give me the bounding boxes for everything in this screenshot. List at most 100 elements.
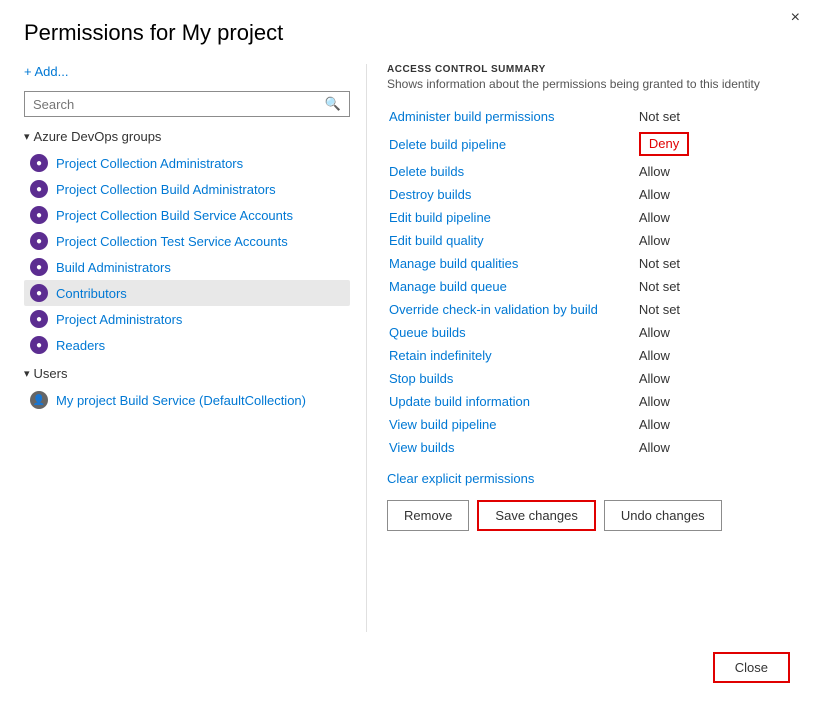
group-header-label: Azure DevOps groups [34, 129, 162, 144]
list-item[interactable]: ● Readers [24, 332, 350, 358]
dialog-body: + Add... 🔍 ▾ Azure DevOps groups ● Proje… [24, 64, 790, 632]
user-name: Build Administrators [56, 260, 171, 275]
chevron-down-icon: ▾ [24, 130, 30, 143]
remove-button[interactable]: Remove [387, 500, 469, 531]
permission-value: Allow [637, 321, 790, 344]
permission-value: Not set [637, 252, 790, 275]
permission-name[interactable]: Manage build queue [387, 275, 637, 298]
user-name: Project Administrators [56, 312, 182, 327]
chevron-down-icon: ▾ [24, 367, 30, 380]
list-item[interactable]: ● Build Administrators [24, 254, 350, 280]
permission-value: Not set [637, 105, 790, 128]
list-item-selected[interactable]: ● Contributors [24, 280, 350, 306]
user-name: Project Collection Build Service Account… [56, 208, 293, 223]
permission-name[interactable]: View build pipeline [387, 413, 637, 436]
user-name: My project Build Service (DefaultCollect… [56, 393, 306, 408]
permission-value: Not set [637, 275, 790, 298]
permission-value: Allow [637, 229, 790, 252]
table-row: Update build informationAllow [387, 390, 790, 413]
avatar: ● [30, 154, 48, 172]
users-section-header[interactable]: ▾ Users [24, 366, 350, 381]
avatar: ● [30, 310, 48, 328]
users-section: ▾ Users 👤 My project Build Service (Defa… [24, 366, 350, 413]
permission-value: Allow [637, 413, 790, 436]
table-row: Manage build queueNot set [387, 275, 790, 298]
table-row: Delete buildsAllow [387, 160, 790, 183]
table-row: Manage build qualitiesNot set [387, 252, 790, 275]
list-item[interactable]: ● Project Administrators [24, 306, 350, 332]
permission-value: Allow [637, 436, 790, 459]
avatar: 👤 [30, 391, 48, 409]
permission-name[interactable]: Delete build pipeline [387, 128, 637, 160]
permission-name[interactable]: Stop builds [387, 367, 637, 390]
undo-changes-button[interactable]: Undo changes [604, 500, 722, 531]
permission-name[interactable]: Retain indefinitely [387, 344, 637, 367]
permission-name[interactable]: Administer build permissions [387, 105, 637, 128]
table-row: View buildsAllow [387, 436, 790, 459]
permissions-table: Administer build permissionsNot setDelet… [387, 105, 790, 459]
permission-name[interactable]: Queue builds [387, 321, 637, 344]
permission-value: Allow [637, 390, 790, 413]
table-row: Stop buildsAllow [387, 367, 790, 390]
close-button[interactable]: Close [713, 652, 790, 683]
user-name: Project Collection Administrators [56, 156, 243, 171]
table-row: View build pipelineAllow [387, 413, 790, 436]
table-row: Edit build pipelineAllow [387, 206, 790, 229]
search-icon: 🔍 [325, 96, 341, 112]
permissions-dialog: × Permissions for My project + Add... 🔍 … [0, 0, 814, 703]
permission-name[interactable]: Update build information [387, 390, 637, 413]
acs-header-label: ACCESS CONTROL SUMMARY [387, 64, 790, 75]
user-list: ● Project Collection Administrators ● Pr… [24, 150, 350, 358]
list-item[interactable]: ● Project Collection Build Service Accou… [24, 202, 350, 228]
permission-name[interactable]: Edit build pipeline [387, 206, 637, 229]
user-name: Project Collection Build Administrators [56, 182, 276, 197]
list-item[interactable]: ● Project Collection Build Administrator… [24, 176, 350, 202]
permission-value: Deny [637, 128, 790, 160]
right-panel: ACCESS CONTROL SUMMARY Shows information… [367, 64, 790, 632]
permission-name[interactable]: Destroy builds [387, 183, 637, 206]
table-row: Destroy buildsAllow [387, 183, 790, 206]
permission-value: Allow [637, 206, 790, 229]
close-x-button[interactable]: × [791, 10, 800, 26]
avatar: ● [30, 232, 48, 250]
dialog-footer: Close [24, 632, 790, 683]
table-row: Delete build pipelineDeny [387, 128, 790, 160]
permission-name[interactable]: Override check-in validation by build [387, 298, 637, 321]
avatar: ● [30, 258, 48, 276]
individual-user-list: 👤 My project Build Service (DefaultColle… [24, 387, 350, 413]
permission-value: Allow [637, 183, 790, 206]
table-row: Edit build qualityAllow [387, 229, 790, 252]
group-header[interactable]: ▾ Azure DevOps groups [24, 129, 350, 144]
permission-value: Allow [637, 160, 790, 183]
search-input[interactable] [33, 97, 325, 112]
save-changes-button[interactable]: Save changes [477, 500, 595, 531]
list-item[interactable]: 👤 My project Build Service (DefaultColle… [24, 387, 350, 413]
permission-name[interactable]: Delete builds [387, 160, 637, 183]
add-button[interactable]: + Add... [24, 64, 68, 79]
permission-name[interactable]: View builds [387, 436, 637, 459]
action-buttons-row: Remove Save changes Undo changes [387, 500, 790, 531]
avatar: ● [30, 206, 48, 224]
left-panel: + Add... 🔍 ▾ Azure DevOps groups ● Proje… [24, 64, 367, 632]
table-row: Retain indefinitelyAllow [387, 344, 790, 367]
user-name: Project Collection Test Service Accounts [56, 234, 288, 249]
permission-name[interactable]: Edit build quality [387, 229, 637, 252]
user-name: Readers [56, 338, 105, 353]
avatar: ● [30, 336, 48, 354]
list-item[interactable]: ● Project Collection Administrators [24, 150, 350, 176]
permission-name[interactable]: Manage build qualities [387, 252, 637, 275]
dialog-title: Permissions for My project [24, 20, 790, 46]
table-row: Queue buildsAllow [387, 321, 790, 344]
deny-badge: Deny [639, 132, 689, 156]
clear-permissions-link[interactable]: Clear explicit permissions [387, 471, 790, 486]
list-item[interactable]: ● Project Collection Test Service Accoun… [24, 228, 350, 254]
table-row: Override check-in validation by buildNot… [387, 298, 790, 321]
table-row: Administer build permissionsNot set [387, 105, 790, 128]
user-name: Contributors [56, 286, 127, 301]
acs-subtitle: Shows information about the permissions … [387, 77, 790, 91]
permission-value: Allow [637, 367, 790, 390]
search-box: 🔍 [24, 91, 350, 117]
users-label: Users [34, 366, 68, 381]
permission-value: Not set [637, 298, 790, 321]
avatar: ● [30, 284, 48, 302]
